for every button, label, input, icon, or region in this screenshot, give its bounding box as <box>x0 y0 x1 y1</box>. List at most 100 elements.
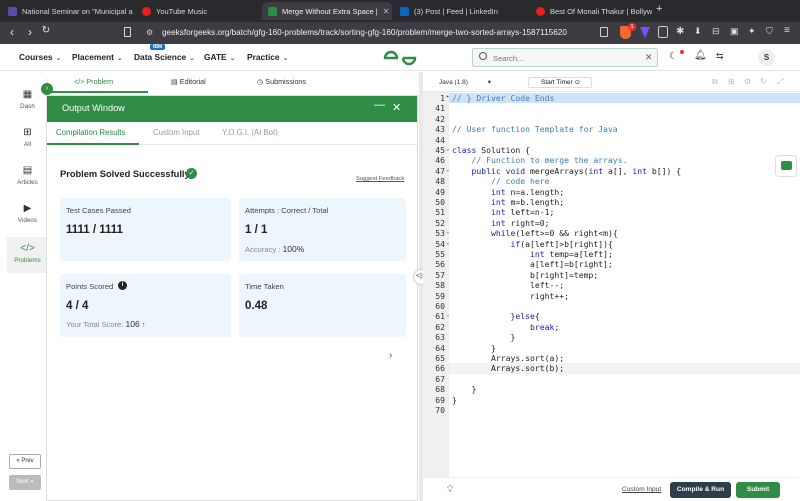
extensions-icon[interactable]: ✱ <box>676 26 684 37</box>
menu-courses[interactable]: Courses ⌄ <box>19 52 61 62</box>
translate-icon[interactable]: ⇆ <box>716 51 724 62</box>
reset-icon[interactable]: ↻ <box>760 77 767 86</box>
tab-editorial[interactable]: ▤ Editorial <box>171 72 206 92</box>
menu-gate[interactable]: GATE ⌄ <box>204 52 236 62</box>
testcases-label: Test Cases Passed <box>66 206 131 215</box>
lightbulb-icon[interactable]: 💡︎ <box>447 484 453 495</box>
clear-search-icon[interactable]: ✕ <box>645 52 653 63</box>
dark-mode-icon[interactable]: ☾ <box>669 51 678 62</box>
chevron-down-icon: ⌄ <box>282 55 289 62</box>
browser-tab-linkedin[interactable]: (3) Post | Feed | LinkedIn <box>394 2 528 20</box>
search-input[interactable]: Search... <box>493 54 523 63</box>
line-number: 1 <box>440 93 445 103</box>
browser-tab-merge-problem[interactable]: Merge Without Extra Space | ✕ <box>262 2 392 20</box>
timer-icon: ⊙ <box>574 79 581 86</box>
browser-tab-youtube-music[interactable]: YouTube Music <box>136 2 260 20</box>
forward-icon[interactable]: › <box>22 25 38 39</box>
sidebar-item-videos[interactable]: ▶ Videos <box>7 203 48 233</box>
submit-button[interactable]: Submit <box>736 482 780 498</box>
sidebar-item-all[interactable]: ⊞ All <box>7 127 48 157</box>
menu-label: Data Science <box>134 52 187 62</box>
fold-toggle-icon[interactable]: ⌄ <box>446 228 450 235</box>
site-header: Courses ⌄ Placement ⌄ IBM Data Science ⌄ GA… <box>0 44 800 71</box>
brave-rewards-icon[interactable] <box>640 27 650 38</box>
tab-problem[interactable]: </> Problem <box>74 72 113 92</box>
close-tab-icon[interactable]: ✕ <box>383 7 390 16</box>
leo-icon[interactable]: ✦ <box>748 26 756 37</box>
new-tab-button[interactable]: + <box>656 3 662 15</box>
line-number: 69 <box>435 394 445 405</box>
chevron-down-icon: ▾ <box>487 79 491 86</box>
search-box[interactable]: Search... ✕ <box>472 48 658 67</box>
share-icon[interactable] <box>600 27 608 37</box>
sidebar-item-dash[interactable]: ▦ Dash <box>7 89 48 119</box>
vpn-icon[interactable]: ⊟ <box>712 26 720 37</box>
language-select[interactable]: Java (1.8) ▾ <box>439 78 491 86</box>
start-timer-button[interactable]: Start Timer ⊙ <box>528 77 592 88</box>
menu-placement[interactable]: Placement ⌄ <box>72 52 123 62</box>
custom-input-link[interactable]: Custom Input <box>622 486 661 493</box>
article-icon: ▤ <box>22 165 33 176</box>
code-line: } <box>452 384 477 395</box>
reload-icon[interactable]: ↻ <box>38 25 54 36</box>
browser-tab-monali-thakur[interactable]: Best Of Monali Thakur | Bollywoo <box>530 2 652 20</box>
chevron-right-icon[interactable]: › <box>389 350 392 361</box>
menu-icon[interactable]: ≡ <box>784 25 790 36</box>
tab-yogi-ai-bot[interactable]: Y.O.G.I. (AI Bot) <box>222 128 278 137</box>
code-editor[interactable]: 1 ▸ 41 42 43 44 45 ⌄ 46 47 ⌄ 48 49 50 51 52 53 ⌄ 54 ⌄ 55 56 57… <box>423 92 800 477</box>
prev-button[interactable]: « Prev <box>9 454 41 469</box>
fold-toggle-icon[interactable]: ⌄ <box>446 145 450 152</box>
back-icon[interactable]: ‹ <box>4 25 20 39</box>
arrow-up-icon: ↑ <box>141 320 146 329</box>
sidebar-toggle-icon[interactable] <box>658 26 668 38</box>
editorial-icon: ▤ <box>171 77 180 86</box>
close-icon[interactable]: ✕ <box>392 101 401 114</box>
line-number: 43 <box>435 124 445 135</box>
fold-toggle-icon[interactable]: ⌄ <box>446 311 450 318</box>
total-score-line: Your Total Score: 106 ↑ <box>66 319 146 329</box>
next-button[interactable]: Next » <box>9 475 41 490</box>
code-line: int left=n-1; <box>490 207 555 218</box>
gfg-logo-icon[interactable] <box>383 49 417 66</box>
chat-button[interactable] <box>775 155 797 177</box>
chevron-down-icon: ⌄ <box>55 55 62 62</box>
youtube-music-favicon-icon <box>142 6 151 16</box>
snippet-icon[interactable]: ⊞ <box>728 77 735 86</box>
menu-data-science[interactable]: Data Science ⌄ <box>134 52 195 62</box>
site-settings-icon[interactable]: ⚙ <box>146 28 153 37</box>
line-number-gutter: 1 ▸ 41 42 43 44 45 ⌄ 46 47 ⌄ 48 49 50 51 52 53 ⌄ 54 ⌄ 55 56 57… <box>423 92 450 477</box>
output-window-header: Output Window — ✕ <box>47 96 417 122</box>
tab-submissions[interactable]: ◷ Submissions <box>257 72 306 92</box>
attempts-value: 1 / 1 <box>245 224 268 236</box>
shield-icon[interactable]: ⛉ <box>766 26 773 37</box>
fullscreen-icon[interactable]: ⤢ <box>777 77 783 87</box>
info-icon[interactable]: i <box>118 281 127 290</box>
line-number: 59 <box>435 290 445 301</box>
tab-custom-input[interactable]: Custom Input <box>153 128 199 137</box>
sidebar-item-problems[interactable]: </> Problems <box>7 237 48 273</box>
download-icon[interactable]: ⬇ <box>694 26 702 37</box>
line-number: 58 <box>435 280 445 291</box>
line-number: 51 <box>435 207 445 218</box>
copy-icon[interactable]: ⧉ <box>712 77 718 87</box>
notification-bell-icon[interactable]: 🔔︎ <box>694 50 707 61</box>
avatar[interactable]: S <box>758 49 775 66</box>
wallet-icon[interactable]: ▣ <box>730 26 739 37</box>
time-value: 0.48 <box>245 300 268 312</box>
suggest-feedback-link[interactable]: Suggest Feedback <box>356 176 404 182</box>
tab-label: Editorial <box>179 77 206 86</box>
settings-icon[interactable]: ⚙ <box>744 77 751 86</box>
minimize-icon[interactable]: — <box>374 99 385 111</box>
menu-practice[interactable]: Practice ⌄ <box>247 52 288 62</box>
fold-toggle-icon[interactable]: ⌄ <box>446 239 450 246</box>
sidebar-item-articles[interactable]: ▤ Articles <box>7 165 48 195</box>
browser-tab-seminar[interactable]: National Seminar on "Municipal a <box>2 2 134 20</box>
compile-run-button[interactable]: Compile & Run <box>670 482 731 498</box>
tab-compilation-results[interactable]: Compilation Results <box>56 128 125 137</box>
browser-tab-title: (3) Post | Feed | LinkedIn <box>414 6 498 16</box>
line-number: 50 <box>435 197 445 207</box>
url-field[interactable]: geeksforgeeks.org/batch/gfg-160-problems… <box>162 25 622 41</box>
line-number: 67 <box>435 373 445 384</box>
bookmark-icon[interactable] <box>124 27 131 37</box>
fold-toggle-icon[interactable]: ⌄ <box>446 166 450 173</box>
